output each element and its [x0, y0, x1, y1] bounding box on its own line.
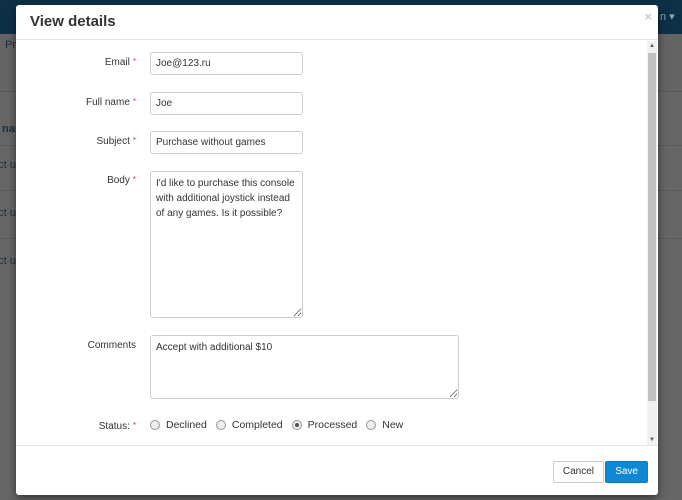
comments-label: Comments	[87, 340, 136, 351]
body-label: Body *	[107, 175, 136, 186]
scrollbar-thumb[interactable]	[648, 53, 656, 401]
close-icon[interactable]: ×	[644, 9, 652, 24]
status-radio-group: Declined Completed Processed New	[150, 419, 412, 431]
radio-icon[interactable]	[366, 420, 377, 430]
save-button[interactable]: Save	[605, 461, 648, 483]
cancel-button[interactable]: Cancel	[552, 461, 604, 483]
radio-icon[interactable]	[215, 420, 226, 430]
view-details-modal: View details × Email* Full name* Subject…	[16, 5, 658, 495]
subject-label: Subject *	[96, 136, 136, 147]
bg-row-fragment: act u	[0, 159, 16, 171]
bg-row-fragment: act u	[0, 207, 16, 219]
modal-body: Email* Full name* Subject* Body* I'd lik…	[16, 41, 658, 445]
scroll-up-icon[interactable]: ▲	[647, 41, 657, 51]
status-option-declined[interactable]: Declined	[150, 419, 207, 431]
modal-footer: Cancel Save	[16, 445, 658, 495]
full-name-label: Full name *	[85, 97, 136, 108]
comments-textarea[interactable]: Accept with additional $10	[150, 335, 459, 399]
modal-header: View details ×	[16, 5, 658, 40]
status-label: Status: *	[98, 421, 136, 432]
subject-field[interactable]	[150, 131, 303, 154]
scroll-down-icon[interactable]: ▼	[647, 435, 657, 445]
status-option-completed[interactable]: Completed	[215, 419, 283, 431]
modal-scrollbar[interactable]: ▲ ▼	[647, 41, 657, 445]
full-name-field[interactable]	[150, 92, 303, 115]
status-option-new[interactable]: New	[366, 419, 403, 431]
bg-row-fragment: act u	[0, 255, 16, 267]
body-textarea[interactable]: I'd like to purchase this console with a…	[150, 171, 303, 318]
bg-nav-fragment: Pr	[5, 39, 16, 51]
email-field[interactable]	[150, 52, 303, 75]
email-label: Email *	[104, 57, 136, 68]
modal-title: View details	[30, 13, 116, 30]
bg-user-menu-fragment: n ▾	[660, 11, 675, 23]
radio-icon[interactable]	[150, 420, 160, 430]
radio-checked-icon[interactable]	[291, 420, 302, 430]
status-option-processed[interactable]: Processed	[291, 419, 357, 431]
